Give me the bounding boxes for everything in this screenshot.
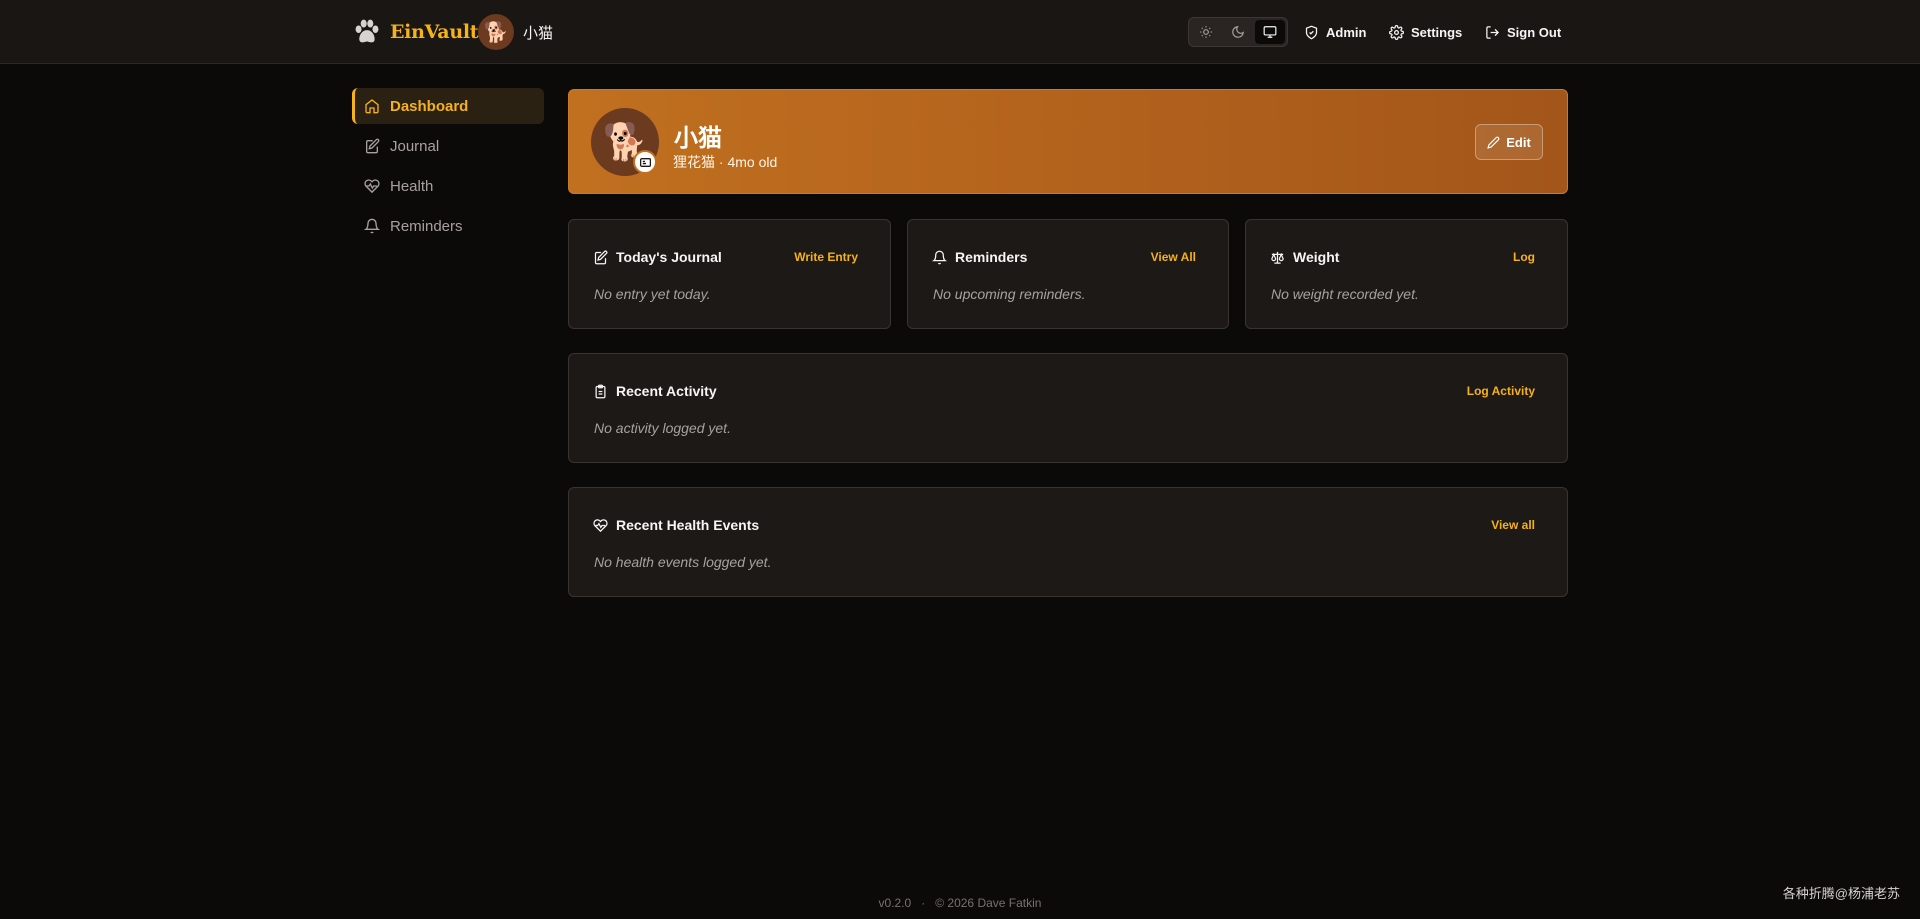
pet-profile-banner: 🐕 小猫 狸花猫 · 4mo old Edit (568, 89, 1568, 194)
log-out-icon (1486, 25, 1500, 39)
heart-pulse-icon (364, 179, 380, 194)
empty-state-text: No activity logged yet. (594, 420, 731, 436)
sidebar-item-journal[interactable]: Journal (352, 128, 544, 164)
sidebar-item-reminders[interactable]: Reminders (352, 208, 544, 244)
clipboard-icon (595, 384, 606, 398)
current-pet-chip[interactable]: 🐕 小猫 (478, 14, 553, 50)
empty-state-text: No upcoming reminders. (933, 286, 1086, 302)
monitor-icon (1263, 26, 1277, 38)
pet-breed-age: 狸花猫 · 4mo old (673, 154, 778, 170)
sidebar-item-dashboard[interactable]: Dashboard (352, 88, 544, 124)
sidebar-item-label: Health (390, 177, 434, 195)
sidebar-item-label: Dashboard (390, 97, 469, 115)
card-title: Recent Health Events (593, 517, 759, 533)
sun-icon (1200, 26, 1212, 38)
theme-light-button[interactable] (1191, 20, 1221, 44)
pet-name: 小猫 (523, 24, 554, 42)
empty-state-text: No entry yet today. (594, 286, 711, 302)
sidebar: Dashboard Journal Health Reminders (352, 88, 544, 248)
copyright-text: © 2026 Dave Fatkin (935, 896, 1042, 910)
watermark: 各种折腾@杨浦老苏 (1782, 886, 1900, 901)
bell-icon (932, 250, 947, 264)
scale-icon (1271, 251, 1284, 264)
weight-card: Weight Log No weight recorded yet. (1245, 219, 1568, 329)
card-title-text: Today's Journal (616, 249, 722, 265)
paw-icon (355, 19, 379, 43)
version-text: v0.2.0 (878, 896, 912, 910)
empty-state-text: No health events logged yet. (594, 554, 772, 570)
write-entry-link[interactable]: Write Entry (794, 250, 858, 264)
theme-toggle (1188, 17, 1288, 47)
admin-label: Admin (1326, 24, 1367, 40)
gear-icon (1389, 24, 1404, 40)
card-title: Recent Activity (593, 383, 717, 399)
edit-pet-button[interactable]: Edit (1475, 124, 1543, 160)
footer: v0.2.0 · © 2026 Dave Fatkin (0, 896, 1920, 910)
log-weight-link[interactable]: Log (1513, 250, 1535, 264)
brand-logo[interactable]: EinVault (352, 16, 479, 48)
recent-health-events-card: Recent Health Events View all No health … (568, 487, 1568, 597)
view-all-reminders-link[interactable]: View All (1151, 250, 1196, 264)
empty-state-text: No weight recorded yet. (1271, 286, 1419, 302)
top-bar: EinVault 🐕 小猫 Admin Settings Sign Out (0, 0, 1920, 64)
card-title: Reminders (932, 249, 1027, 265)
sidebar-item-health[interactable]: Health (352, 168, 544, 204)
pencil-icon (1487, 136, 1500, 149)
card-title: Weight (1270, 249, 1339, 265)
card-title-text: Weight (1293, 249, 1340, 265)
theme-dark-button[interactable] (1223, 20, 1253, 44)
reminders-card: Reminders View All No upcoming reminders… (907, 219, 1229, 329)
log-activity-link[interactable]: Log Activity (1467, 384, 1535, 398)
sign-out-label: Sign Out (1507, 24, 1562, 40)
journal-icon (594, 250, 608, 264)
footer-separator: · (921, 896, 926, 910)
card-title: Today's Journal (593, 249, 722, 265)
settings-link[interactable]: Settings (1389, 20, 1462, 44)
id-card-icon[interactable] (633, 150, 657, 174)
theme-system-button[interactable] (1255, 20, 1285, 44)
view-all-health-link[interactable]: View all (1491, 518, 1535, 532)
card-title-text: Reminders (955, 249, 1028, 265)
bell-icon (364, 218, 380, 234)
home-icon (365, 99, 379, 114)
brand-name: EinVault (390, 21, 479, 43)
sidebar-item-label: Journal (390, 137, 440, 155)
journal-icon (366, 138, 380, 154)
pet-avatar: 🐕 (478, 14, 514, 50)
edit-label: Edit (1506, 134, 1531, 150)
settings-label: Settings (1411, 24, 1463, 40)
pet-name-heading: 小猫 (674, 123, 722, 152)
shield-icon (1305, 25, 1318, 39)
card-title-text: Recent Health Events (616, 517, 760, 533)
heart-pulse-icon (593, 518, 608, 532)
admin-link[interactable]: Admin (1304, 20, 1366, 44)
sign-out-link[interactable]: Sign Out (1485, 20, 1561, 44)
todays-journal-card: Today's Journal Write Entry No entry yet… (568, 219, 891, 329)
card-title-text: Recent Activity (616, 383, 717, 399)
recent-activity-card: Recent Activity Log Activity No activity… (568, 353, 1568, 463)
moon-icon (1232, 26, 1244, 38)
sidebar-item-label: Reminders (390, 217, 463, 235)
